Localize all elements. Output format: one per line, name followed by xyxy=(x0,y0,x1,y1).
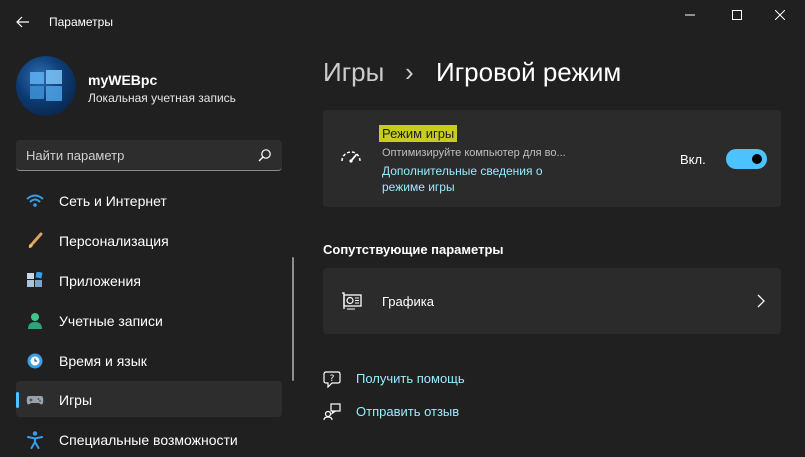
maximize-button[interactable] xyxy=(715,0,759,30)
back-button[interactable] xyxy=(8,8,38,36)
active-indicator xyxy=(16,392,19,408)
graphics-label: Графика xyxy=(382,294,434,309)
sidebar-item-network[interactable]: Сеть и Интернет xyxy=(16,182,282,218)
close-icon xyxy=(775,10,785,20)
breadcrumb-separator: › xyxy=(405,57,414,87)
page-title: Игровой режим xyxy=(436,57,622,87)
get-help-label: Получить помощь xyxy=(356,371,465,386)
game-mode-toggle[interactable] xyxy=(726,149,767,169)
get-help-link[interactable]: ? Получить помощь xyxy=(323,370,523,390)
breadcrumb-parent[interactable]: Игры xyxy=(323,57,384,88)
speedometer-icon xyxy=(341,151,361,163)
avatar[interactable] xyxy=(16,56,76,116)
wifi-icon xyxy=(26,194,44,207)
account-type: Локальная учетная запись xyxy=(88,91,236,105)
svg-text:?: ? xyxy=(330,374,335,384)
sidebar-scrollbar[interactable] xyxy=(292,257,294,381)
minimize-icon xyxy=(685,14,695,16)
globe-clock-icon xyxy=(27,353,43,369)
feedback-icon xyxy=(323,403,341,421)
brush-icon xyxy=(28,232,43,248)
graphics-settings-row[interactable]: Графика xyxy=(323,268,781,334)
search-box[interactable] xyxy=(16,140,282,171)
sidebar-item-label: Учетные записи xyxy=(59,313,163,329)
toggle-knob xyxy=(752,154,762,164)
chevron-right-icon xyxy=(757,294,765,308)
apps-icon xyxy=(27,272,43,287)
search-icon[interactable] xyxy=(258,148,272,162)
game-mode-description: Оптимизируйте компьютер для во... xyxy=(382,147,566,159)
sidebar-item-label: Игры xyxy=(59,392,93,408)
sidebar-item-time-language[interactable]: Время и язык xyxy=(16,342,282,378)
minimize-button[interactable] xyxy=(668,0,712,30)
sidebar-item-label: Время и язык xyxy=(59,353,147,369)
graphics-card-icon xyxy=(342,292,362,310)
close-button[interactable] xyxy=(758,0,802,30)
send-feedback-link[interactable]: Отправить отзыв xyxy=(323,403,523,423)
sidebar-item-apps[interactable]: Приложения xyxy=(16,262,282,298)
sidebar-item-label: Приложения xyxy=(59,273,141,289)
help-icon: ? xyxy=(323,371,341,388)
sidebar-item-gaming[interactable]: Игры xyxy=(16,381,282,417)
search-input[interactable] xyxy=(26,140,246,170)
accessibility-icon xyxy=(27,431,43,449)
back-arrow-icon xyxy=(16,16,29,28)
toggle-state-label: Вкл. xyxy=(680,152,706,167)
sidebar-item-personalization[interactable]: Персонализация xyxy=(16,222,282,258)
maximize-icon xyxy=(732,10,742,20)
person-icon xyxy=(28,313,42,329)
user-name: myWEBpc xyxy=(88,72,158,88)
game-mode-card: Режим игры Оптимизируйте компьютер для в… xyxy=(323,110,781,207)
app-title: Параметры xyxy=(49,15,113,29)
sidebar-item-accounts[interactable]: Учетные записи xyxy=(16,302,282,338)
windows-logo-icon xyxy=(30,70,62,101)
sidebar-item-label: Персонализация xyxy=(59,233,169,249)
related-settings-heading: Сопутствующие параметры xyxy=(323,242,504,257)
sidebar-item-label: Специальные возможности xyxy=(59,432,238,448)
send-feedback-label: Отправить отзыв xyxy=(356,404,460,419)
sidebar-item-label: Сеть и Интернет xyxy=(59,193,167,209)
gamepad-icon xyxy=(26,396,44,405)
game-mode-title: Режим игры xyxy=(379,125,458,142)
game-mode-learn-more-link[interactable]: Дополнительные сведения о режиме игры xyxy=(382,163,572,195)
